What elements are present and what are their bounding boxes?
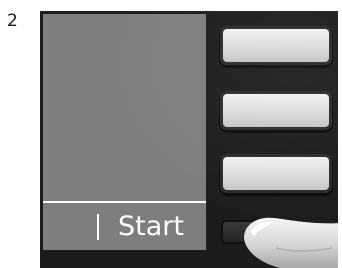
finger-pressing-icon [244, 217, 338, 268]
phone-device: Start [40, 11, 338, 268]
display-screen: Start [43, 14, 206, 250]
line-button-3[interactable] [223, 157, 329, 190]
softkey-separator [97, 213, 100, 240]
start-softkey-label: Start [118, 211, 184, 242]
line-button-2[interactable] [223, 94, 329, 127]
line-button-1[interactable] [223, 29, 329, 62]
softkey-area: Start [43, 203, 206, 250]
step-number: 2 [7, 11, 18, 31]
